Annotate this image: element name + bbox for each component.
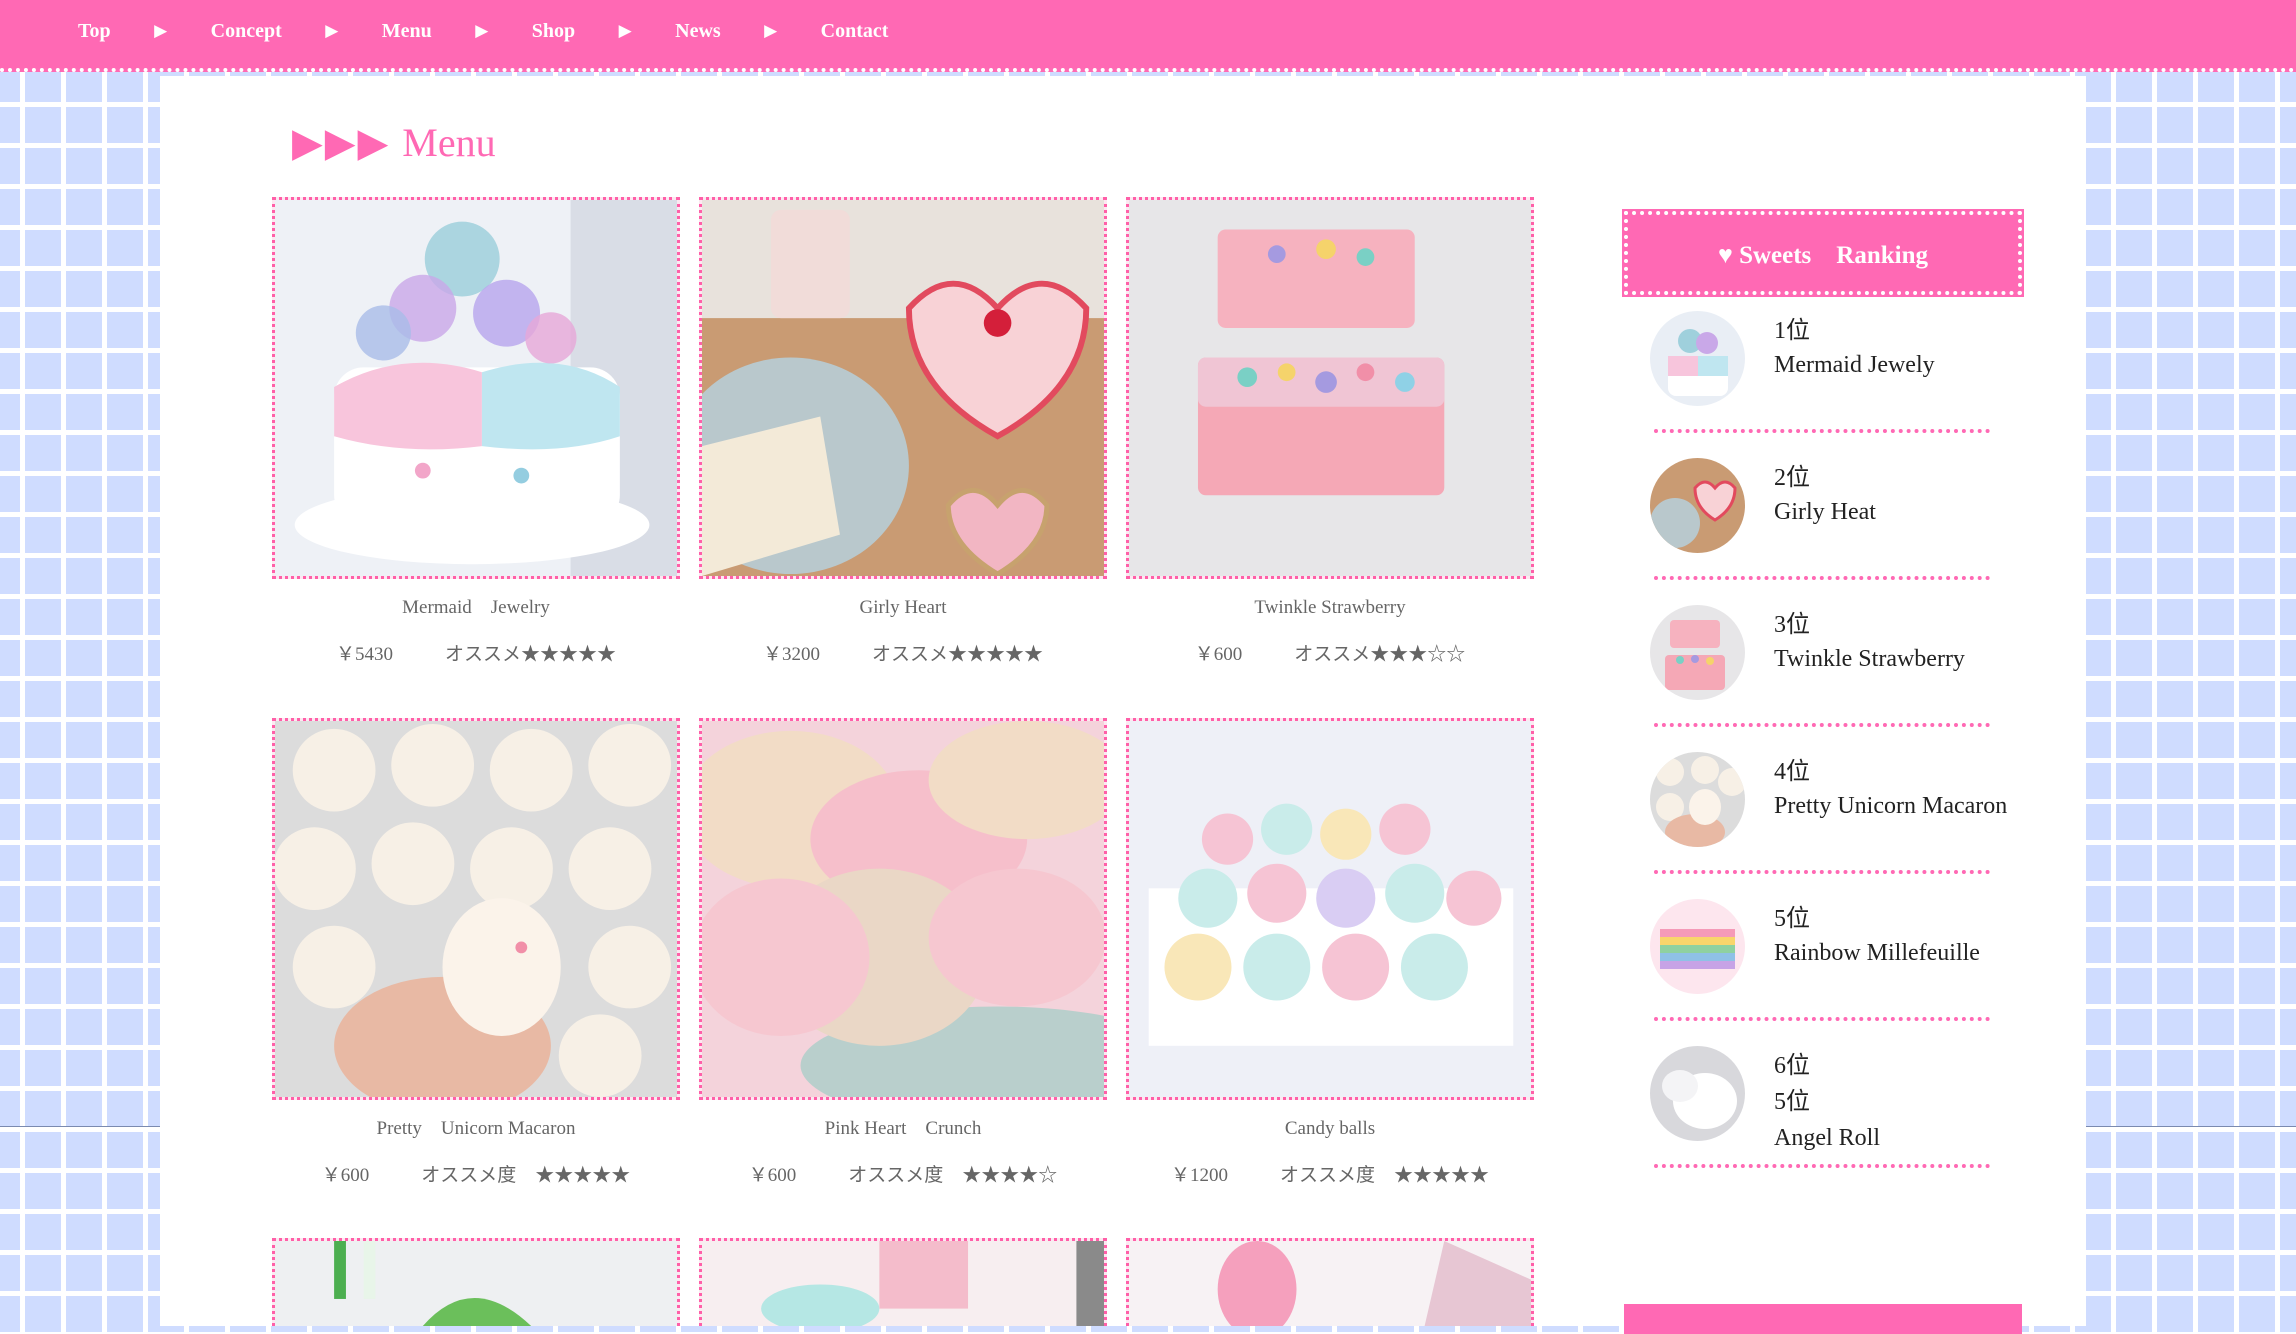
nav-separator-icon: ▶	[764, 21, 778, 40]
ranking-item-name[interactable]: Twinkle Strawberry	[1774, 641, 1965, 677]
menu-image-row3-1[interactable]	[272, 1238, 680, 1326]
nav-separator-icon: ▶	[154, 21, 168, 40]
nav-separator-icon: ▶	[325, 21, 339, 40]
menu-image-mermaid-jewelry[interactable]	[272, 197, 680, 579]
ranking-divider	[1654, 576, 1990, 580]
nav-link-shop[interactable]: Shop	[532, 16, 575, 46]
nav-link-concept[interactable]: Concept	[211, 16, 282, 46]
nav-link-contact[interactable]: Contact	[821, 16, 889, 46]
ranking-thumbnail[interactable]	[1650, 458, 1745, 553]
menu-image-unicorn-macaron[interactable]	[272, 718, 680, 1100]
menu-image-twinkle-strawberry[interactable]	[1126, 197, 1534, 579]
ranking-item[interactable]: 3位 Twinkle Strawberry	[1650, 595, 1994, 725]
menu-item-rating: オススメ★★★★★	[445, 644, 617, 665]
menu-item-name: Candy balls	[1284, 1118, 1376, 1139]
menu-item-info: ￥1200 オススメ度 ★★★★★	[1126, 1164, 1534, 1188]
ranking-item[interactable]: 2位 Girly Heat	[1650, 448, 1994, 578]
menu-item-rating: オススメ度 ★★★★★	[421, 1165, 631, 1186]
nav-link-menu[interactable]: Menu	[382, 16, 432, 46]
nav-separator-icon: ▶	[475, 21, 489, 40]
ranking-thumbnail[interactable]	[1650, 605, 1745, 700]
menu-item-info: ￥3200 オススメ★★★★★	[699, 643, 1107, 667]
ranking-divider	[1654, 1164, 1990, 1168]
nav-link-news[interactable]: News	[675, 16, 721, 46]
menu-item-price: ￥600	[748, 1165, 797, 1186]
menu-item-name: Pink Heart Crunch	[824, 1118, 982, 1139]
menu-item-info: ￥600 オススメ度 ★★★★★	[272, 1164, 680, 1188]
ranking-position-secondary: 5位	[1774, 1089, 1810, 1115]
menu-item-price: ￥600	[321, 1165, 370, 1186]
nav-link-top[interactable]: Top	[78, 16, 111, 46]
ranking-item[interactable]: 4位 Pretty Unicorn Macaron	[1650, 742, 2007, 872]
menu-section-heading: ▶▶▶ Menu	[292, 118, 496, 168]
ranking-item-name[interactable]: Angel Roll	[1774, 1120, 1880, 1156]
menu-item-price: ￥3200	[762, 644, 820, 665]
divider-line	[0, 1126, 160, 1127]
menu-item-rating: オススメ度 ★★★★☆	[848, 1165, 1058, 1186]
ranking-item[interactable]: 1位 Mermaid Jewely	[1650, 301, 1994, 431]
ranking-item[interactable]: 6位 5位 Angel Roll	[1650, 1036, 1994, 1162]
ranking-divider	[1654, 1017, 1990, 1021]
ranking-position: 4位	[1774, 759, 1810, 785]
ranking-header: ♥ Sweets Ranking	[1622, 209, 2024, 297]
nav-separator-icon: ▶	[618, 21, 632, 40]
menu-image-pink-heart-crunch[interactable]	[699, 718, 1107, 1100]
menu-item-name: Pretty Unicorn Macaron	[376, 1118, 576, 1139]
ranking-position: 1位	[1774, 318, 1810, 344]
menu-item-name: Mermaid Jewelry	[402, 597, 550, 618]
heading-arrows-icon: ▶▶▶	[292, 120, 391, 165]
menu-heading-title: Menu	[402, 120, 496, 165]
ranking-position: 3位	[1774, 612, 1810, 638]
ranking-item-name[interactable]: Girly Heat	[1774, 494, 1876, 530]
menu-image-row3-2[interactable]	[699, 1238, 1107, 1326]
menu-item-info: ￥600 オススメ★★★☆☆	[1126, 643, 1534, 667]
menu-item-price: ￥600	[1194, 644, 1243, 665]
menu-item-info: ￥5430 オススメ★★★★★	[272, 643, 680, 667]
nav-menu: Top ▶ Concept ▶ Menu ▶ Shop ▶ News ▶ Con…	[78, 16, 888, 46]
menu-item-info: ￥600 オススメ度 ★★★★☆	[699, 1164, 1107, 1188]
menu-item-name: Twinkle Strawberry	[1254, 597, 1406, 618]
ranking-item-name[interactable]: Rainbow Millefeuille	[1774, 935, 1980, 971]
menu-image-candy-balls[interactable]	[1126, 718, 1534, 1100]
ranking-divider	[1654, 429, 1990, 433]
menu-item-price: ￥5430	[335, 644, 393, 665]
menu-item-rating: オススメ度 ★★★★★	[1280, 1165, 1490, 1186]
next-sidebar-header	[1624, 1304, 2022, 1334]
ranking-thumbnail[interactable]	[1650, 899, 1745, 994]
ranking-position: 2位	[1774, 465, 1810, 491]
ranking-item-name[interactable]: Pretty Unicorn Macaron	[1774, 788, 2007, 824]
ranking-item-name[interactable]: Mermaid Jewely	[1774, 347, 1935, 383]
ranking-thumbnail[interactable]	[1650, 311, 1745, 406]
ranking-divider	[1654, 723, 1990, 727]
top-nav-bar: Top ▶ Concept ▶ Menu ▶ Shop ▶ News ▶ Con…	[0, 0, 2296, 72]
ranking-thumbnail[interactable]	[1650, 1046, 1745, 1141]
ranking-item[interactable]: 5位 Rainbow Millefeuille	[1650, 889, 1994, 1019]
menu-image-row3-3[interactable]	[1126, 1238, 1534, 1326]
menu-item-price: ￥1200	[1170, 1165, 1228, 1186]
menu-item-name: Girly Heart	[859, 597, 947, 618]
ranking-divider	[1654, 870, 1990, 874]
ranking-thumbnail[interactable]	[1650, 752, 1745, 847]
ranking-title: ♥ Sweets Ranking	[1717, 242, 1928, 269]
ranking-position: 5位	[1774, 906, 1810, 932]
divider-line	[2086, 1126, 2296, 1127]
menu-image-girly-heart[interactable]	[699, 197, 1107, 579]
ranking-position: 6位	[1774, 1053, 1810, 1079]
menu-item-rating: オススメ★★★★★	[872, 644, 1044, 665]
menu-item-rating: オススメ★★★☆☆	[1294, 644, 1466, 665]
